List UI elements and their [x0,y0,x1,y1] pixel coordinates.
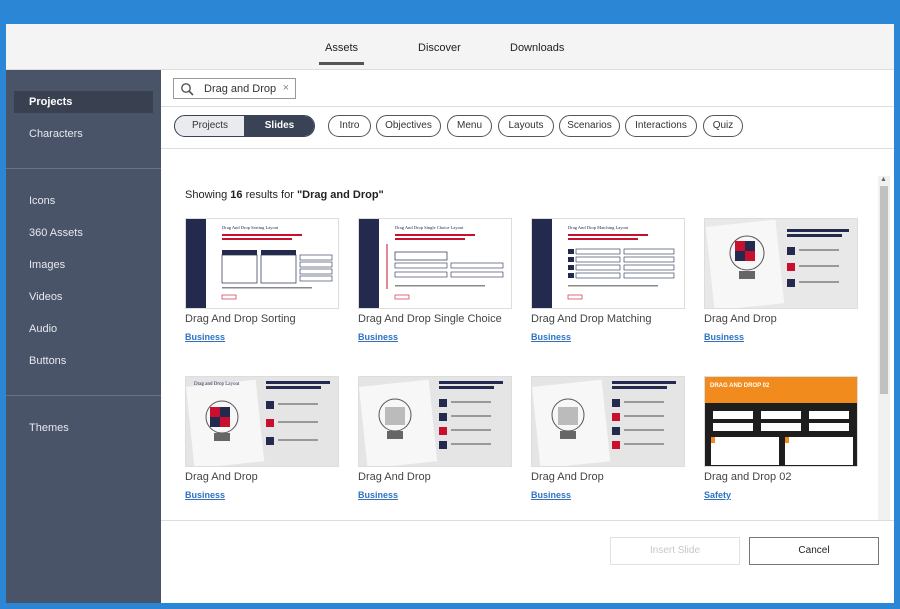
card-title: Drag And Drop [531,471,604,483]
sidebar-divider [6,395,161,396]
sidebar-item-icons[interactable]: Icons [14,190,153,212]
card-category-link[interactable]: Business [358,490,512,500]
sidebar-item-characters[interactable]: Characters [14,123,153,145]
tab-assets[interactable]: Assets [318,42,365,65]
scroll-up-icon[interactable]: ▲ [880,176,887,183]
filter-interactions[interactable]: Interactions [625,115,697,137]
sidebar-item-audio[interactable]: Audio [14,318,153,340]
filter-scenarios[interactable]: Scenarios [559,115,620,137]
cancel-button[interactable]: Cancel [749,537,879,565]
card-category-link[interactable]: Business [358,332,512,342]
asset-browser-window: Assets Discover Downloads Projects Chara… [6,24,894,603]
card-title: Drag And Drop [704,313,777,325]
thumb-heading: Drag and Drop Layout [194,382,240,387]
card-thumbnail[interactable] [358,376,512,467]
tab-discover[interactable]: Discover [418,42,461,54]
card-category-link[interactable]: Business [704,332,858,342]
filter-objectives[interactable]: Objectives [376,115,441,137]
card-thumbnail[interactable]: Drag And Drop Single Choice Layout [358,218,512,309]
card-thumbnail[interactable]: Drag And Drop Sorting Layout [185,218,339,309]
top-nav: Assets Discover Downloads [6,24,894,70]
card-title: Drag And Drop [358,471,431,483]
toggle-projects[interactable]: Projects [175,116,245,136]
result-card[interactable]: DRAG AND DROP 02 Drag and Drop 02 Safety [704,376,858,500]
search-query: Drag and Drop [204,83,277,95]
card-category-link[interactable]: Business [185,490,339,500]
result-card[interactable]: Drag And Drop Business [531,376,685,500]
filter-quiz[interactable]: Quiz [703,115,743,137]
divider [161,148,894,149]
card-category-link[interactable]: Business [531,332,685,342]
clear-search-icon[interactable]: × [283,82,289,94]
card-title: Drag And Drop [185,471,258,483]
tab-downloads[interactable]: Downloads [510,42,564,54]
scrollbar-thumb[interactable] [880,186,888,394]
card-title: Drag And Drop Matching [531,313,652,325]
toggle-slides[interactable]: Slides [244,116,314,136]
thumb-heading: Drag And Drop Sorting Layout [222,225,279,230]
card-category-link[interactable]: Safety [704,490,858,500]
filter-menu[interactable]: Menu [447,115,492,137]
search-icon [181,83,194,96]
result-card[interactable]: Drag And Drop Business [704,218,858,342]
results-middle: results for [245,189,294,201]
sidebar-item-projects[interactable]: Projects [14,91,153,113]
insert-slide-button[interactable]: Insert Slide [610,537,740,565]
card-title: Drag And Drop Sorting [185,313,296,325]
card-title: Drag and Drop 02 [704,471,792,483]
results-query: "Drag and Drop" [296,189,384,201]
sidebar-divider [6,168,161,169]
result-card[interactable]: Drag and Drop Layout Drag And Drop Busin… [185,376,339,500]
sidebar: Projects Characters Icons 360 Assets Ima… [6,70,161,603]
divider [161,106,894,107]
results-count: 16 [230,189,243,201]
results-scrollbar[interactable]: ▲ ▼ [878,176,890,558]
sidebar-item-themes[interactable]: Themes [14,417,153,439]
results-prefix: Showing [185,189,228,201]
sidebar-item-videos[interactable]: Videos [14,286,153,308]
result-card[interactable]: Drag And Drop Single Choice Layout Drag … [358,218,512,342]
thumb-heading: DRAG AND DROP 02 [710,383,770,389]
result-card[interactable]: Drag And Drop Sorting Layout Drag And Dr… [185,218,339,342]
card-thumbnail[interactable]: Drag and Drop Layout [185,376,339,467]
card-category-link[interactable]: Business [185,332,339,342]
card-thumbnail[interactable]: DRAG AND DROP 02 [704,376,858,467]
card-thumbnail[interactable]: Drag And Drop Matching Layout [531,218,685,309]
sidebar-item-buttons[interactable]: Buttons [14,350,153,372]
card-thumbnail[interactable] [704,218,858,309]
dialog-footer: Insert Slide Cancel [161,520,894,603]
card-thumbnail[interactable] [531,376,685,467]
filter-layouts[interactable]: Layouts [498,115,554,137]
thumb-heading: Drag And Drop Matching Layout [568,225,629,230]
projects-slides-toggle: Projects Slides [174,115,315,137]
results-summary: Showing 16 results for "Drag and Drop" [185,189,384,201]
filter-intro[interactable]: Intro [328,115,371,137]
search-input[interactable]: Drag and Drop × [173,78,296,99]
thumb-heading: Drag And Drop Single Choice Layout [395,225,464,230]
card-category-link[interactable]: Business [531,490,685,500]
result-card[interactable]: Drag And Drop Business [358,376,512,500]
sidebar-item-360-assets[interactable]: 360 Assets [14,222,153,244]
card-title: Drag And Drop Single Choice [358,313,502,325]
result-card[interactable]: Drag And Drop Matching Layout Drag And D… [531,218,685,342]
sidebar-item-images[interactable]: Images [14,254,153,276]
